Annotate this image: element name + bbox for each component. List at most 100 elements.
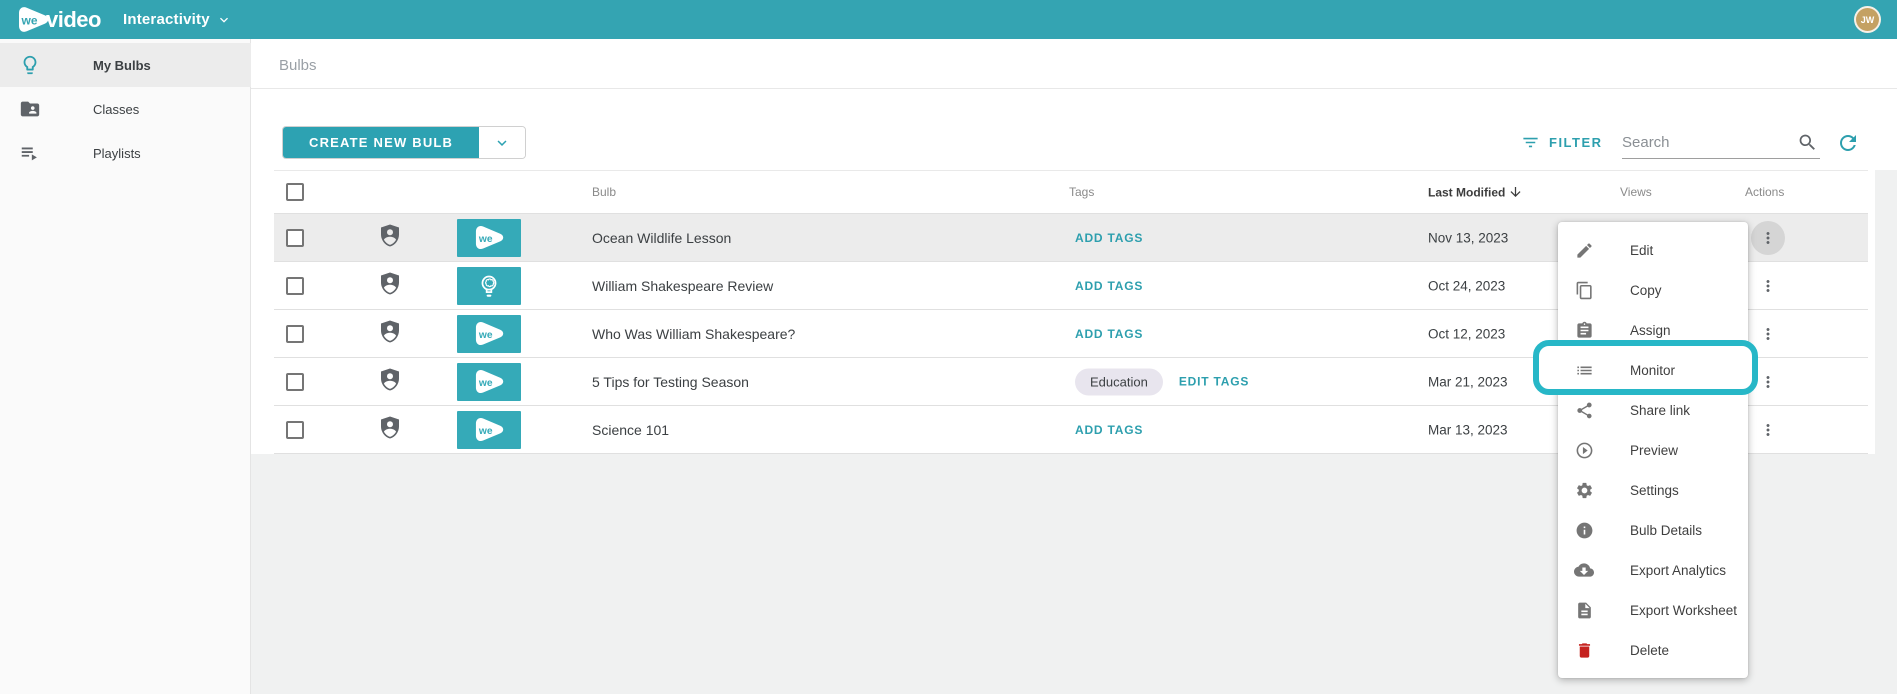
menu-item-delete[interactable]: Delete [1558, 630, 1748, 670]
table-header-row: Bulb Tags Last Modified Views Actions [274, 170, 1868, 214]
row-checkbox[interactable] [286, 229, 304, 247]
folder-shared-icon [19, 98, 41, 120]
bulb-thumbnail-we-logo[interactable]: we [457, 219, 521, 257]
row-checkbox[interactable] [286, 277, 304, 295]
sidebar-item-playlists[interactable]: Playlists [0, 131, 251, 175]
add-tags-link[interactable]: ADD TAGS [1075, 327, 1143, 341]
sidebar-item-my-bulbs[interactable]: My Bulbs [0, 43, 251, 87]
create-new-bulb-dropdown[interactable] [479, 127, 525, 158]
svg-text:we: we [20, 13, 37, 27]
refresh-icon [1836, 131, 1860, 155]
owner-shield-icon [378, 271, 402, 300]
row-actions-kebab-button[interactable] [1751, 221, 1785, 255]
lightbulb-icon [19, 54, 41, 76]
avatar-initials: JW [1861, 15, 1875, 25]
sidebar-item-classes[interactable]: Classes [0, 87, 251, 131]
sidebar-item-label: Playlists [93, 146, 141, 161]
menu-item-export-worksheet[interactable]: Export Worksheet [1558, 590, 1748, 630]
bulb-title[interactable]: Who Was William Shakespeare? [592, 326, 795, 342]
column-header-actions: Actions [1745, 185, 1784, 199]
menu-item-edit[interactable]: Edit [1558, 230, 1748, 270]
search-field [1622, 127, 1820, 159]
edit-icon [1574, 240, 1594, 260]
svg-text:we: we [478, 330, 493, 341]
filter-button[interactable]: FILTER [1521, 126, 1603, 159]
refresh-button[interactable] [1836, 131, 1860, 155]
gear-icon [1574, 480, 1594, 500]
row-checkbox[interactable] [286, 373, 304, 391]
row-checkbox[interactable] [286, 421, 304, 439]
filter-label: FILTER [1549, 135, 1603, 150]
svg-text:we: we [478, 234, 493, 245]
owner-shield-icon [378, 415, 402, 444]
menu-item-bulb-details[interactable]: Bulb Details [1558, 510, 1748, 550]
column-header-views[interactable]: Views [1620, 185, 1652, 199]
chevron-down-icon [493, 134, 511, 152]
column-header-tags[interactable]: Tags [1069, 185, 1094, 199]
search-icon[interactable] [1797, 132, 1818, 158]
search-input[interactable] [1622, 127, 1790, 157]
owner-shield-icon [378, 223, 402, 252]
chevron-down-icon [216, 12, 232, 28]
divider [251, 88, 1897, 89]
play-circle-icon [1574, 440, 1594, 460]
column-header-last-modified[interactable]: Last Modified [1428, 185, 1523, 200]
svg-text:we: we [478, 378, 493, 389]
bulb-thumbnail-lightbulb[interactable] [457, 267, 521, 305]
kebab-menu-icon [1759, 373, 1777, 391]
add-tags-link[interactable]: ADD TAGS [1075, 279, 1143, 293]
menu-item-copy[interactable]: Copy [1558, 270, 1748, 310]
bulb-title[interactable]: William Shakespeare Review [592, 278, 773, 294]
bulb-thumbnail-we-logo[interactable]: we [457, 315, 521, 353]
owner-shield-icon [378, 319, 402, 348]
info-icon [1574, 520, 1594, 540]
last-modified-date: Mar 21, 2023 [1428, 374, 1508, 389]
wevideo-logo-text: video [46, 7, 101, 33]
add-tags-link[interactable]: ADD TAGS [1075, 231, 1143, 245]
owner-shield-icon [378, 367, 402, 396]
last-modified-date: Oct 24, 2023 [1428, 278, 1505, 293]
row-actions-kebab-button[interactable] [1751, 269, 1785, 303]
list-icon [1574, 360, 1594, 380]
document-icon [1574, 600, 1594, 620]
edit-tags-link[interactable]: EDIT TAGS [1179, 375, 1249, 389]
page-gutter [1875, 170, 1897, 454]
playlist-icon [19, 142, 41, 164]
row-actions-kebab-button[interactable] [1751, 413, 1785, 447]
tag-chip[interactable]: Education [1075, 368, 1163, 395]
menu-item-preview[interactable]: Preview [1558, 430, 1748, 470]
create-new-bulb-button[interactable]: CREATE NEW BULB [282, 126, 526, 159]
sort-descending-icon [1508, 185, 1523, 200]
menu-item-settings[interactable]: Settings [1558, 470, 1748, 510]
wevideo-logo[interactable]: we video [14, 5, 101, 35]
clipboard-icon [1574, 320, 1594, 340]
menu-item-monitor[interactable]: Monitor [1558, 350, 1748, 390]
bulb-title[interactable]: 5 Tips for Testing Season [592, 374, 749, 390]
bulb-thumbnail-we-logo[interactable]: we [457, 411, 521, 449]
bulb-title[interactable]: Science 101 [592, 422, 669, 438]
menu-item-assign[interactable]: Assign [1558, 310, 1748, 350]
share-icon [1574, 400, 1594, 420]
sidebar-item-label: Classes [93, 102, 139, 117]
bulb-thumbnail-we-logo[interactable]: we [457, 363, 521, 401]
add-tags-link[interactable]: ADD TAGS [1075, 423, 1143, 437]
last-modified-date: Oct 12, 2023 [1428, 326, 1505, 341]
menu-item-export-analytics[interactable]: Export Analytics [1558, 550, 1748, 590]
copy-icon [1574, 280, 1594, 300]
last-modified-date: Nov 13, 2023 [1428, 230, 1508, 245]
column-header-bulb[interactable]: Bulb [592, 185, 616, 199]
user-avatar[interactable]: JW [1854, 6, 1881, 33]
sidebar-item-label: My Bulbs [93, 58, 151, 73]
select-all-checkbox[interactable] [286, 183, 304, 201]
svg-text:we: we [478, 426, 493, 437]
app-name-label: Interactivity [123, 11, 210, 28]
sidebar: My Bulbs Classes Playlists [0, 39, 251, 694]
row-checkbox[interactable] [286, 325, 304, 343]
menu-item-share-link[interactable]: Share link [1558, 390, 1748, 430]
row-actions-kebab-button[interactable] [1751, 317, 1785, 351]
create-new-bulb-label[interactable]: CREATE NEW BULB [283, 127, 479, 158]
top-app-bar: we video Interactivity JW [0, 0, 1897, 39]
app-switcher[interactable]: Interactivity [123, 11, 232, 28]
bulb-title[interactable]: Ocean Wildlife Lesson [592, 230, 731, 246]
kebab-menu-icon [1759, 277, 1777, 295]
